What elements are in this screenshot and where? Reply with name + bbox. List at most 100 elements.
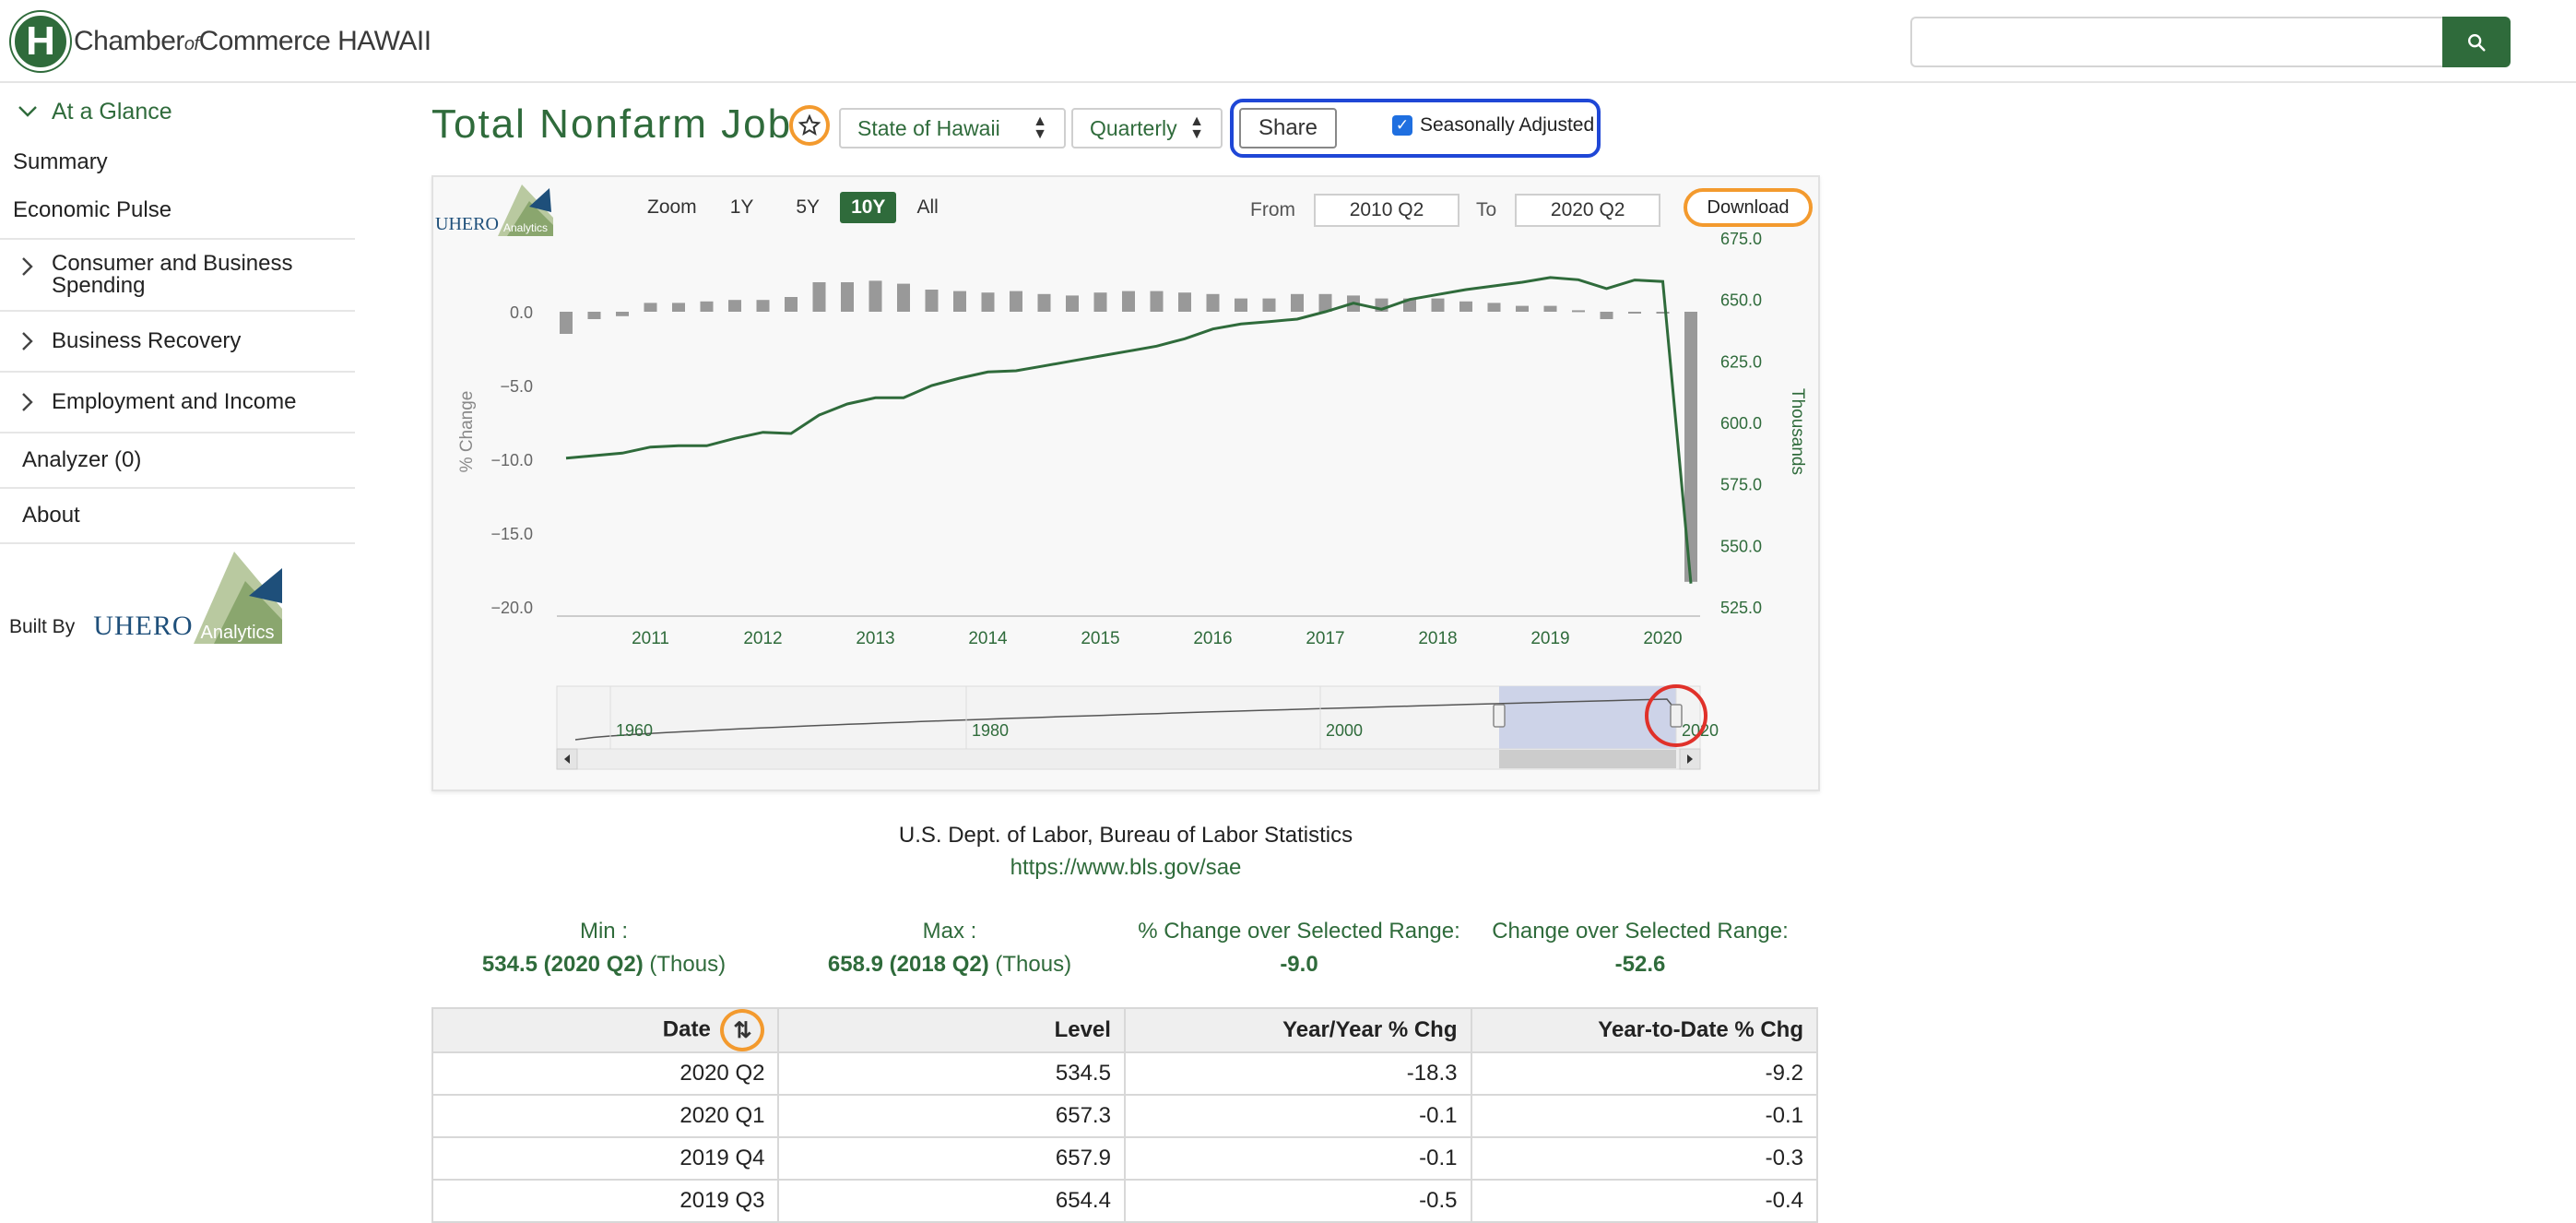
favorite-button[interactable] — [789, 105, 830, 146]
pct-change-bar — [1262, 298, 1276, 312]
pct-change-bar — [812, 282, 826, 312]
sidebar-item-employment-income[interactable]: Employment and Income — [0, 371, 355, 432]
pct-change-bar — [1459, 301, 1472, 312]
column-header-date[interactable]: Date ⇅ — [431, 1007, 780, 1053]
column-header-ytd: Year-to-Date % Chg — [1470, 1007, 1818, 1053]
chevron-right-icon — [22, 332, 33, 350]
table-row: 2019 Q4 657.9 -0.1 -0.3 — [431, 1136, 1818, 1181]
stat-max: Max : 658.9 (2018 Q2) (Thous) — [802, 915, 1097, 981]
sidebar-item-about[interactable]: About — [0, 487, 355, 542]
sidebar-item-economic-pulse[interactable]: Economic Pulse — [0, 186, 355, 234]
pct-change-bar — [1178, 292, 1191, 312]
table-cell-date: 2019 Q4 — [431, 1136, 780, 1181]
series-chart[interactable]: 0.0 −5.0 −10.0 −15.0 −20.0 % Change 675.0 650.0… — [433, 177, 1822, 793]
pct-change-bar — [1010, 291, 1022, 312]
frequency-select-value: Quarterly — [1090, 115, 1177, 140]
table-cell-ytd: -9.2 — [1470, 1051, 1818, 1096]
pct-change-bar — [644, 303, 657, 312]
pct-change-bar — [1572, 310, 1585, 313]
seasonally-adjusted-checkbox[interactable]: ✓ — [1392, 115, 1412, 136]
seasonally-adjusted-label: Seasonally Adjusted — [1420, 114, 1595, 136]
navigator-tick-label: 1980 — [972, 721, 1009, 740]
left-axis-tick-label: 0.0 — [510, 303, 533, 322]
pct-change-bar — [728, 300, 741, 312]
pct-change-bar — [1206, 293, 1220, 312]
sidebar-item-consumer-business-spending[interactable]: Consumer and Business Spending — [0, 238, 355, 310]
right-axis-tick-label: 675.0 — [1720, 230, 1762, 248]
table-cell-date: 2020 Q1 — [431, 1094, 780, 1138]
top-header: H ChamberofCommerce HAWAII — [0, 0, 2576, 83]
share-button[interactable]: Share — [1239, 108, 1337, 148]
pct-change-bar — [756, 300, 770, 312]
navigator-right-handle[interactable] — [1670, 704, 1683, 728]
right-axis-label: Thousands — [1788, 388, 1807, 475]
stat-min-value: 534.5 (2020 Q2) — [481, 952, 644, 977]
sidebar-item-label: Consumer and Business — [52, 251, 293, 276]
stat-max-label: Max : — [922, 919, 977, 944]
table-cell-ytd: -0.1 — [1470, 1094, 1818, 1138]
uhero-logo[interactable]: UHERO Analytics — [93, 552, 282, 644]
built-by-credit: Built By UHERO Analytics — [9, 552, 282, 644]
left-axis-tick-label: −5.0 — [500, 377, 533, 396]
chamber-logo-text: ChamberofCommerce HAWAII — [74, 26, 431, 56]
geography-select[interactable]: State of Hawaii ▲ ▼ — [839, 108, 1066, 148]
navigator-selection — [1499, 686, 1676, 749]
chevron-right-icon — [22, 257, 33, 276]
stat-max-value: 658.9 (2018 Q2) — [827, 952, 989, 977]
right-axis-tick-label: 650.0 — [1720, 291, 1762, 310]
pct-change-bar — [981, 292, 995, 312]
column-header-yoy: Year/Year % Chg — [1123, 1007, 1472, 1053]
table-cell-ytd: -0.4 — [1470, 1179, 1818, 1223]
pct-change-bar — [1516, 305, 1529, 312]
table-row: 2019 Q3 654.4 -0.5 -0.4 — [431, 1179, 1818, 1223]
right-axis-tick-label: 625.0 — [1720, 352, 1762, 371]
x-axis-tick-label: 2014 — [968, 629, 1008, 648]
sidebar-item-label: Business Recovery — [52, 328, 242, 353]
table-cell-level: 654.4 — [777, 1179, 1126, 1223]
sidebar-item-business-recovery[interactable]: Business Recovery — [0, 310, 355, 371]
x-axis-tick-label: 2011 — [632, 629, 669, 648]
seasonally-adjusted-toggle[interactable]: ✓ Seasonally Adjusted — [1392, 114, 1594, 137]
pct-change-bar — [869, 280, 882, 312]
table-cell-level: 534.5 — [777, 1051, 1126, 1096]
sidebar-item-label: Spending — [52, 273, 146, 298]
pct-change-bar — [1431, 298, 1445, 312]
pct-change-bar — [1235, 298, 1247, 312]
pct-change-bar — [1291, 293, 1304, 312]
sort-icon[interactable]: ⇅ — [720, 1009, 765, 1051]
stat-change-label: Change over Selected Range: — [1492, 919, 1789, 944]
sidebar-item-summary[interactable]: Summary — [0, 138, 355, 186]
sidebar-item-at-a-glance[interactable]: At a Glance — [0, 85, 355, 138]
uhero-mountain-icon: Analytics — [193, 552, 282, 644]
right-axis-tick-label: 550.0 — [1720, 537, 1762, 555]
pct-change-bar — [1122, 291, 1135, 312]
left-axis-tick-label: −15.0 — [490, 525, 533, 543]
source-link[interactable]: https://www.bls.gov/sae — [431, 851, 1820, 884]
search-button[interactable] — [2442, 17, 2511, 67]
pct-change-bar — [1066, 295, 1079, 312]
table-cell-yoy: -0.1 — [1123, 1094, 1472, 1138]
data-source: U.S. Dept. of Labor, Bureau of Labor Sta… — [431, 819, 1820, 884]
chamber-logo[interactable]: H ChamberofCommerce HAWAII — [11, 9, 431, 74]
x-axis-tick-label: 2016 — [1193, 629, 1232, 648]
uhero-analytics-label: Analytics — [200, 623, 275, 643]
navigator-scrollbar-thumb[interactable] — [1499, 750, 1676, 768]
pct-change-bar — [1656, 312, 1670, 314]
pct-change-bar — [897, 283, 910, 312]
right-axis-tick-label: 575.0 — [1720, 476, 1762, 494]
frequency-select[interactable]: Quarterly ▲ ▼ — [1071, 108, 1223, 148]
stat-change: Change over Selected Range: -52.6 — [1488, 915, 1792, 981]
navigator-left-handle[interactable] — [1493, 704, 1506, 728]
search-input[interactable] — [1910, 17, 2442, 67]
level-line — [565, 276, 1693, 584]
sidebar-item-analyzer[interactable]: Analyzer (0) — [0, 432, 355, 487]
left-axis-tick-label: −10.0 — [490, 451, 533, 469]
search-icon — [2468, 33, 2486, 52]
pct-change-bar — [1628, 312, 1641, 314]
geography-select-value: State of Hawaii — [857, 115, 1000, 140]
x-axis-tick-label: 2018 — [1418, 629, 1457, 648]
stat-max-unit: (Thous) — [995, 952, 1072, 977]
chevron-down-icon — [18, 106, 37, 117]
sidebar-divider — [0, 542, 355, 544]
pct-change-bar — [1487, 303, 1501, 312]
